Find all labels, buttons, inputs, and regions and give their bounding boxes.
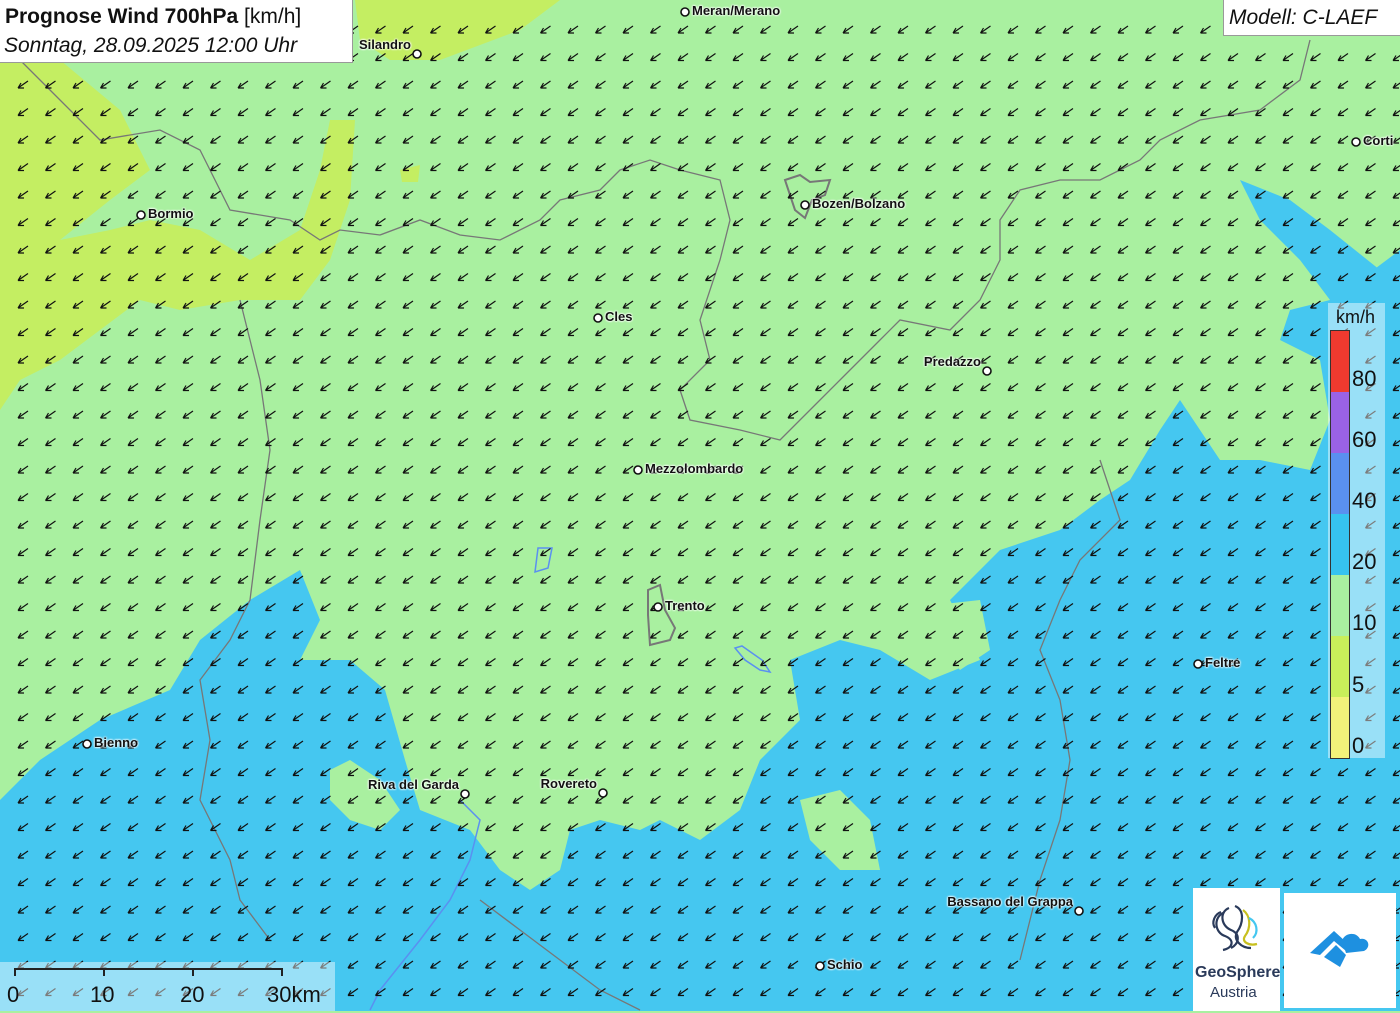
city-marker	[653, 602, 663, 612]
city-label: Bassano del Grappa	[947, 894, 1073, 909]
legend-seg-0	[1331, 697, 1349, 758]
legend-label-40: 40	[1352, 488, 1377, 513]
legend-label-20: 20	[1352, 549, 1377, 574]
city-label: Predazzo	[923, 354, 981, 369]
city-marker	[412, 49, 422, 59]
legend-label-80: 80	[1352, 366, 1377, 391]
city-label: Meran/Merano	[692, 3, 781, 18]
geosphere-country: Austria	[1210, 984, 1257, 1001]
city-label: Bienno	[94, 735, 139, 750]
scale-bar: 0 10 20 30km	[0, 962, 335, 1011]
title-unit: [km/h]	[244, 5, 302, 28]
legend-seg-5	[1331, 636, 1349, 697]
legend-seg-20	[1331, 514, 1349, 575]
city-label: Cles	[605, 309, 633, 324]
city-label: Riva del Garda	[367, 777, 459, 792]
forecast-datetime: Sonntag, 28.09.2025 12:00 Uhr	[4, 34, 298, 57]
partner-logo[interactable]	[1284, 893, 1396, 1008]
city-marker	[1193, 659, 1203, 669]
city-marker	[460, 789, 470, 799]
city-marker	[136, 210, 146, 220]
scale-label-20: 20	[180, 982, 205, 1007]
wind-map	[0, 0, 1400, 1011]
title-main: Prognose Wind 700hPa	[5, 5, 239, 28]
model-label: Modell: C-LAEF	[1229, 6, 1378, 29]
cloud-arrow-icon	[1310, 931, 1369, 967]
legend-label-0: 0	[1352, 733, 1365, 758]
legend-seg-80	[1331, 331, 1349, 392]
scale-tick	[281, 968, 283, 976]
legend-bar	[1330, 330, 1350, 759]
city-label: Silandro	[358, 37, 411, 52]
city-label: Bozen/Bolzano	[812, 196, 906, 211]
scale-tick	[14, 968, 16, 976]
city-marker	[1351, 137, 1361, 147]
city-label: Feltre	[1205, 655, 1241, 670]
city-marker	[633, 465, 643, 475]
city-marker	[800, 200, 810, 210]
legend-label-5: 5	[1352, 672, 1365, 697]
city-label: Trento	[665, 598, 705, 613]
title-panel: Prognose Wind 700hPa [km/h] Sonntag, 28.…	[0, 0, 353, 63]
legend-seg-10	[1331, 575, 1349, 636]
legend-label-10: 10	[1352, 610, 1377, 635]
geosphere-logo[interactable]: GeoSphere Austria	[1193, 888, 1280, 1011]
city-marker	[1074, 906, 1084, 916]
legend-seg-40	[1331, 453, 1349, 514]
city-marker	[82, 739, 92, 749]
city-marker	[680, 7, 690, 17]
scale-line	[14, 968, 283, 970]
city-label: Schio	[827, 957, 863, 972]
map-title: Prognose Wind 700hPa [km/h]	[5, 5, 301, 29]
geosphere-logo-icon	[1212, 904, 1258, 952]
legend-label-60: 60	[1352, 427, 1377, 452]
city-marker	[598, 788, 608, 798]
city-label: Corti	[1363, 133, 1394, 148]
city-label: Bormio	[148, 206, 194, 221]
geosphere-name: GeoSphere	[1195, 964, 1281, 981]
scale-tick	[103, 968, 105, 976]
city-marker	[815, 961, 825, 971]
city-label: Mezzolombardo	[645, 461, 744, 476]
scale-tick	[192, 968, 194, 976]
scale-label-30: 30km	[267, 982, 321, 1007]
scale-label-0: 0	[7, 982, 20, 1007]
legend-unit: km/h	[1336, 307, 1376, 327]
city-marker	[982, 366, 992, 376]
city-marker	[593, 313, 603, 323]
model-panel: Modell: C-LAEF	[1223, 0, 1400, 36]
legend-seg-60	[1331, 392, 1349, 453]
color-legend: km/h 80 60 40 20 10 5 0	[1328, 303, 1385, 759]
scale-label-10: 10	[90, 982, 115, 1007]
city-label: Rovereto	[540, 776, 597, 791]
